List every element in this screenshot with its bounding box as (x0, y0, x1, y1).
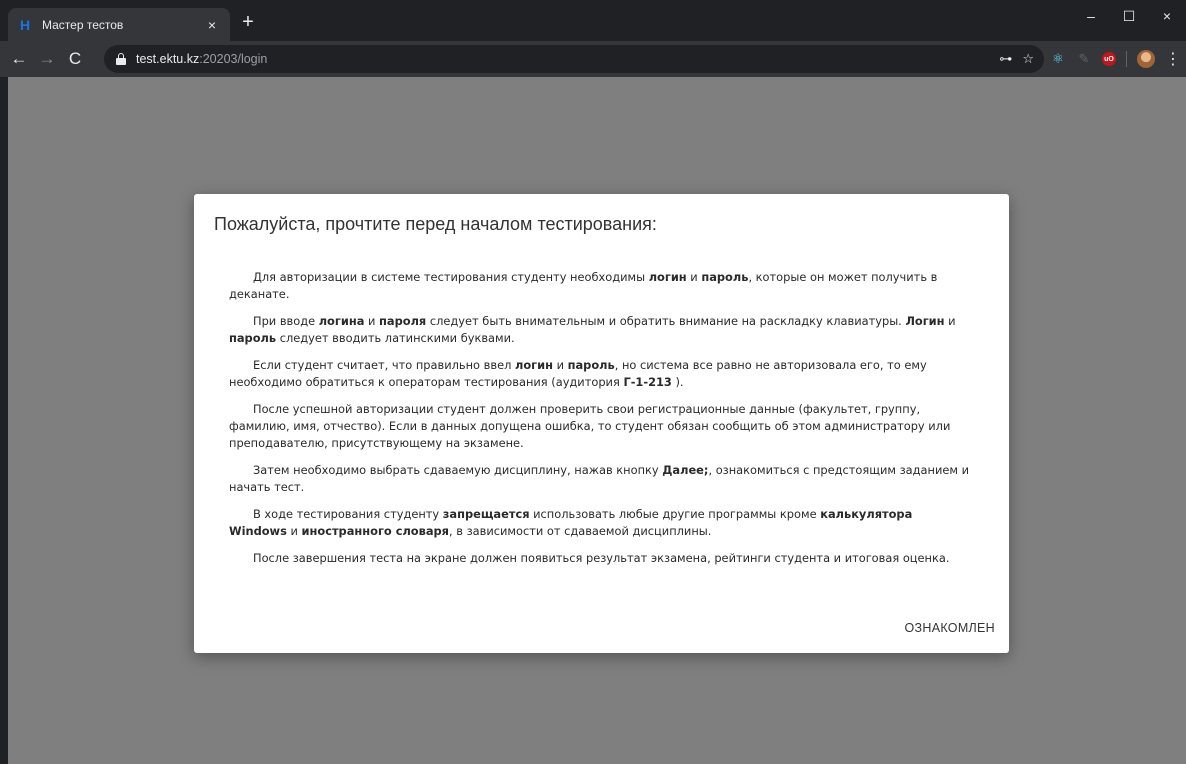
paragraph-text: Для авторизации в системе тестирования с… (253, 270, 649, 284)
menu-icon[interactable]: ⋮ (1165, 49, 1181, 69)
dialog-body: Для авторизации в системе тестирования с… (229, 269, 974, 577)
acknowledge-button[interactable]: ОЗНАКОМЛЕН (903, 617, 997, 639)
key-icon[interactable]: ⊶ (999, 51, 1012, 67)
paragraph-text: После успешной авторизации студент долже… (229, 402, 951, 450)
url-path: :20203/login (199, 52, 268, 66)
profile-avatar[interactable] (1137, 50, 1155, 68)
paragraph-text: После завершения теста на экране должен … (253, 551, 950, 565)
emphasis-text: пароля (379, 314, 427, 328)
emphasis-text: логин (648, 270, 687, 284)
browser-tab[interactable]: H Мастер тестов × (8, 8, 230, 41)
lock-icon[interactable] (116, 53, 126, 65)
instruction-paragraph: В ходе тестирования студенту запрещается… (229, 506, 974, 540)
instruction-paragraph: После успешной авторизации студент долже… (229, 401, 974, 452)
emphasis-text: пароль (701, 270, 749, 284)
paragraph-text: В ходе тестирования студенту (253, 507, 443, 521)
toolbar-divider (1126, 51, 1127, 67)
dialog-title: Пожалуйста, прочтите перед началом тести… (214, 214, 657, 234)
address-bar[interactable]: test.ektu.kz:20203/login ⊶ ☆ (104, 45, 1044, 73)
rocket-extension-icon[interactable]: ✎ (1076, 51, 1092, 67)
paragraph-text: и (944, 314, 956, 328)
emphasis-text: Логин (905, 314, 945, 328)
paragraph-text: ). (671, 375, 684, 389)
back-button[interactable]: ← (6, 46, 32, 72)
paragraph-text: и (552, 358, 568, 372)
paragraph-text: и (364, 314, 380, 328)
window-controls: – ☐ × (1072, 0, 1186, 32)
bookmark-star-icon[interactable]: ☆ (1022, 51, 1034, 67)
paragraph-text: следует быть внимательным и обратить вни… (426, 314, 906, 328)
emphasis-text: пароль (229, 331, 277, 345)
paragraph-text: При вводе (253, 314, 319, 328)
forward-button[interactable]: → (34, 46, 60, 72)
reload-button[interactable]: C (62, 46, 88, 72)
instruction-paragraph: Затем необходимо выбрать сдаваемую дисци… (229, 462, 974, 496)
paragraph-text: Затем необходимо выбрать сдаваемую дисци… (253, 463, 663, 477)
tab-title: Мастер тестов (42, 17, 124, 32)
page-backdrop: Пожалуйста, прочтите перед началом тести… (8, 77, 1186, 764)
emphasis-text: логина (318, 314, 365, 328)
emphasis-text: Далее; (662, 463, 709, 477)
paragraph-text: и (686, 270, 702, 284)
emphasis-text: иностранного словаря (301, 524, 449, 538)
extensions-area: ⚛ ✎ uO ⋮ (1050, 41, 1181, 77)
emphasis-text: Г-1-213 (623, 375, 672, 389)
paragraph-text: , в зависимости от сдаваемой дисциплины. (449, 524, 712, 538)
instruction-paragraph: При вводе логина и пароля следует быть в… (229, 313, 974, 347)
maximize-button[interactable]: ☐ (1110, 0, 1148, 32)
tab-strip: H Мастер тестов × + – ☐ × (0, 0, 1186, 41)
instructions-dialog: Пожалуйста, прочтите перед началом тести… (194, 194, 1009, 653)
instruction-paragraph: Если студент считает, что правильно ввел… (229, 357, 974, 391)
emphasis-text: логин (514, 358, 553, 372)
ublock-icon[interactable]: uO (1102, 52, 1116, 66)
paragraph-text: Если студент считает, что правильно ввел (253, 358, 515, 372)
react-devtools-icon[interactable]: ⚛ (1050, 51, 1066, 67)
url-host: test.ektu.kz (136, 52, 200, 66)
instruction-paragraph: Для авторизации в системе тестирования с… (229, 269, 974, 303)
emphasis-text: запрещается (442, 507, 530, 521)
paragraph-text: использовать любые другие программы кром… (529, 507, 821, 521)
window-close-button[interactable]: × (1148, 0, 1186, 32)
minimize-button[interactable]: – (1072, 0, 1110, 32)
site-favicon-icon: H (19, 16, 31, 33)
browser-toolbar: ← → C test.ektu.kz:20203/login ⊶ ☆ ⚛ ✎ u… (0, 41, 1186, 77)
paragraph-text: следует вводить латинскими буквами. (276, 331, 515, 345)
paragraph-text: и (286, 524, 302, 538)
new-tab-button[interactable]: + (236, 10, 260, 34)
emphasis-text: пароль (567, 358, 615, 372)
dialog-footer: ОЗНАКОМЛЕН (903, 617, 997, 639)
tab-close-icon[interactable]: × (204, 17, 220, 33)
instruction-paragraph: После завершения теста на экране должен … (229, 550, 974, 567)
